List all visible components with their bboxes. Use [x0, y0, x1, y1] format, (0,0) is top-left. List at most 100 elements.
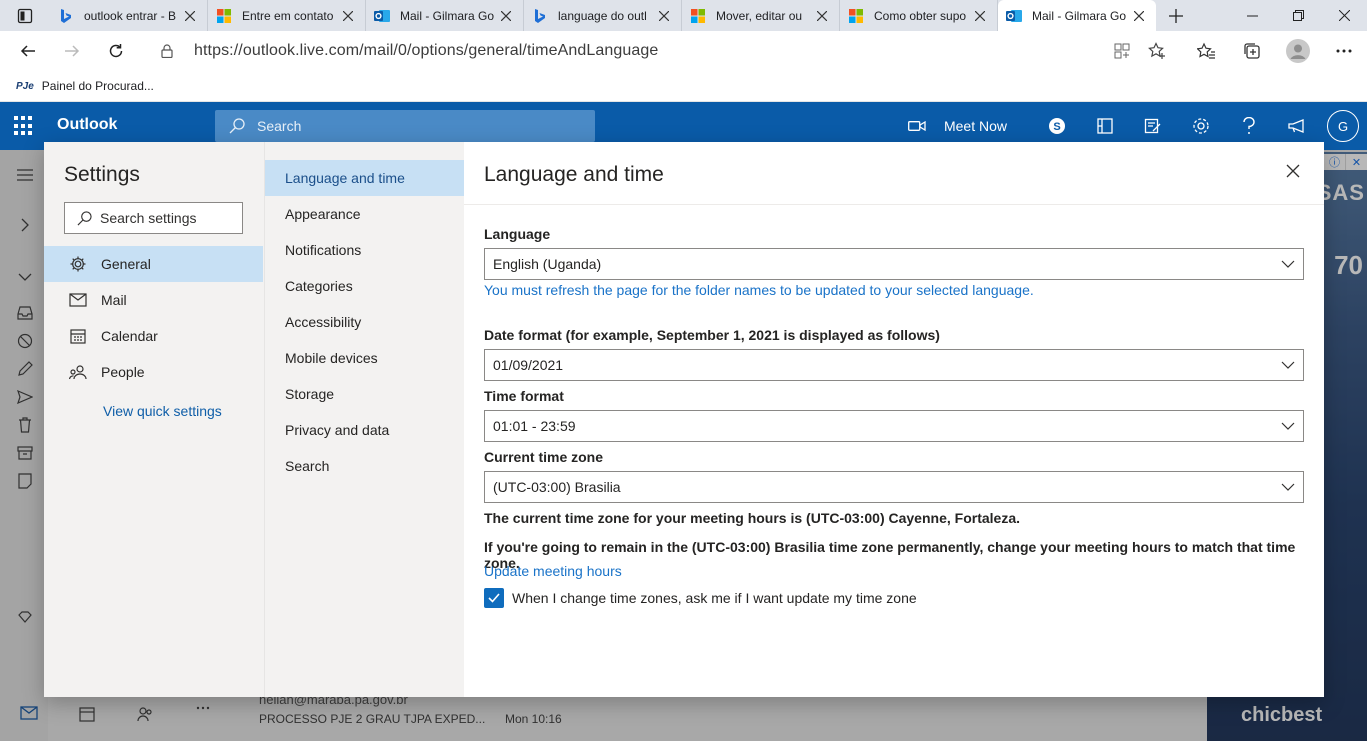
close-tab-button[interactable]: [181, 7, 199, 25]
settings-subcategory-item[interactable]: Accessibility: [265, 304, 464, 340]
account-avatar[interactable]: G: [1327, 110, 1359, 142]
settings-subcategory-item[interactable]: Language and time: [265, 160, 464, 196]
settings-categories-pane: Settings General Mail Calendar People View …: [44, 142, 264, 697]
office-icon: [1097, 118, 1113, 134]
app-launcher-icon[interactable]: [14, 116, 34, 136]
settings-subcategory-pane: Language and time Appearance Notifications…: [264, 142, 464, 697]
view-quick-settings-link[interactable]: View quick settings: [103, 403, 222, 419]
mail-icon: [69, 291, 87, 309]
language-dropdown[interactable]: English (Uganda): [484, 248, 1304, 280]
lock-icon[interactable]: [152, 44, 182, 58]
settings-subcategory-item[interactable]: Search: [265, 448, 464, 484]
video-camera-icon: [908, 120, 926, 132]
close-icon: [343, 10, 353, 21]
close-icon: [659, 10, 669, 21]
browser-tab[interactable]: Mail - Gilmara Go: [366, 0, 524, 31]
browser-tab[interactable]: Entre em contato: [208, 0, 366, 31]
settings-search-box[interactable]: [64, 202, 243, 234]
category-label: Mail: [101, 292, 127, 308]
tab-title: Mail - Gilmara Go: [1032, 8, 1127, 23]
settings-category-people[interactable]: People: [44, 354, 263, 390]
chevron-down-icon: [1281, 260, 1295, 268]
favorites-button[interactable]: [1183, 31, 1229, 71]
settings-subcategory-item[interactable]: Mobile devices: [265, 340, 464, 376]
settings-category-mail[interactable]: Mail: [44, 282, 263, 318]
favorite-label: Painel do Procurad...: [41, 79, 154, 93]
close-window-button[interactable]: [1321, 0, 1367, 31]
date-format-dropdown[interactable]: 01/09/2021: [484, 349, 1304, 381]
refresh-button[interactable]: [94, 31, 138, 71]
collections-icon: [1244, 43, 1260, 59]
search-icon: [229, 118, 245, 134]
minimize-icon: [1246, 15, 1258, 17]
settings-category-general[interactable]: General: [44, 246, 263, 282]
browser-tab[interactable]: Mover, editar ou: [682, 0, 840, 31]
new-tab-button[interactable]: [1156, 0, 1196, 31]
close-tab-button[interactable]: [497, 7, 515, 25]
category-label: People: [101, 364, 145, 380]
settings-category-list: General Mail Calendar People: [44, 246, 263, 390]
forward-button[interactable]: [50, 31, 94, 71]
settings-subcategory-list: Language and time Appearance Notifications…: [265, 160, 464, 484]
settings-subcategory-item[interactable]: Notifications: [265, 232, 464, 268]
settings-search-input[interactable]: [100, 210, 240, 226]
close-icon: [1338, 10, 1350, 21]
close-tab-button[interactable]: [1130, 7, 1148, 25]
outlook-search-box[interactable]: Search: [215, 110, 595, 142]
close-settings-button[interactable]: [1286, 164, 1304, 182]
meeting-hours-note: The current time zone for your meeting h…: [484, 510, 1020, 526]
settings-category-calendar[interactable]: Calendar: [44, 318, 263, 354]
close-icon: [185, 10, 195, 21]
time-zone-value: (UTC-03:00) Brasilia: [493, 479, 621, 495]
microsoft-icon: [216, 8, 232, 24]
microsoft-icon: [848, 8, 864, 24]
outlook-icon: [374, 8, 390, 24]
back-button[interactable]: [6, 31, 50, 71]
category-label: Calendar: [101, 328, 158, 344]
microsoft-icon: [690, 8, 706, 24]
language-value: English (Uganda): [493, 256, 602, 272]
settings-more-button[interactable]: [1321, 31, 1367, 71]
tab-title: Entre em contato: [242, 8, 334, 23]
time-format-dropdown[interactable]: 01:01 - 23:59: [484, 410, 1304, 442]
url-text[interactable]: https://outlook.live.com/mail/0/options/…: [194, 42, 658, 60]
add-favorite-icon[interactable]: [1148, 42, 1166, 60]
meet-now-button[interactable]: Meet Now: [908, 118, 1007, 134]
update-meeting-hours-link[interactable]: Update meeting hours: [484, 563, 622, 579]
tab-actions-button[interactable]: [0, 0, 50, 31]
browser-tab[interactable]: outlook entrar - B: [50, 0, 208, 31]
megaphone-icon: [1288, 119, 1304, 133]
close-tab-button[interactable]: [655, 7, 673, 25]
language-refresh-note: You must refresh the page for the folder…: [484, 282, 1034, 298]
app-available-icon[interactable]: [1114, 43, 1130, 59]
outlook-brand[interactable]: Outlook: [57, 116, 117, 134]
timezone-prompt-option[interactable]: When I change time zones, ask me if I wa…: [484, 588, 917, 608]
close-icon: [501, 10, 511, 21]
settings-subcategory-item[interactable]: Storage: [265, 376, 464, 412]
profile-button[interactable]: [1275, 31, 1321, 71]
tab-title: outlook entrar - B: [84, 8, 177, 23]
restore-button[interactable]: [1275, 0, 1321, 31]
time-zone-dropdown[interactable]: (UTC-03:00) Brasilia: [484, 471, 1304, 503]
browser-tab[interactable]: Mail - Gilmara Go: [998, 0, 1156, 31]
language-time-pane: Language and time Language English (Ugan…: [464, 142, 1324, 697]
settings-subcategory-item[interactable]: Appearance: [265, 196, 464, 232]
close-tab-button[interactable]: [339, 7, 357, 25]
minimize-button[interactable]: [1229, 0, 1275, 31]
profile-avatar-icon: [1286, 39, 1310, 63]
browser-tab[interactable]: language do outl: [524, 0, 682, 31]
notes-edit-icon: [1144, 118, 1161, 134]
tab-title: Como obter supo: [874, 8, 967, 23]
url-bar[interactable]: https://outlook.live.com/mail/0/options/…: [146, 35, 1176, 67]
chevron-down-icon: [1281, 422, 1295, 430]
close-tab-button[interactable]: [813, 7, 831, 25]
settings-subcategory-item[interactable]: Privacy and data: [265, 412, 464, 448]
close-tab-button[interactable]: [971, 7, 989, 25]
arrow-left-icon: [20, 45, 35, 57]
timezone-prompt-checkbox[interactable]: [484, 588, 504, 608]
collections-button[interactable]: [1229, 31, 1275, 71]
settings-subcategory-item[interactable]: Categories: [265, 268, 464, 304]
browser-tab[interactable]: Como obter supo: [840, 0, 998, 31]
favorite-item[interactable]: PJe Painel do Procurad...: [16, 79, 154, 93]
close-icon: [817, 10, 827, 21]
